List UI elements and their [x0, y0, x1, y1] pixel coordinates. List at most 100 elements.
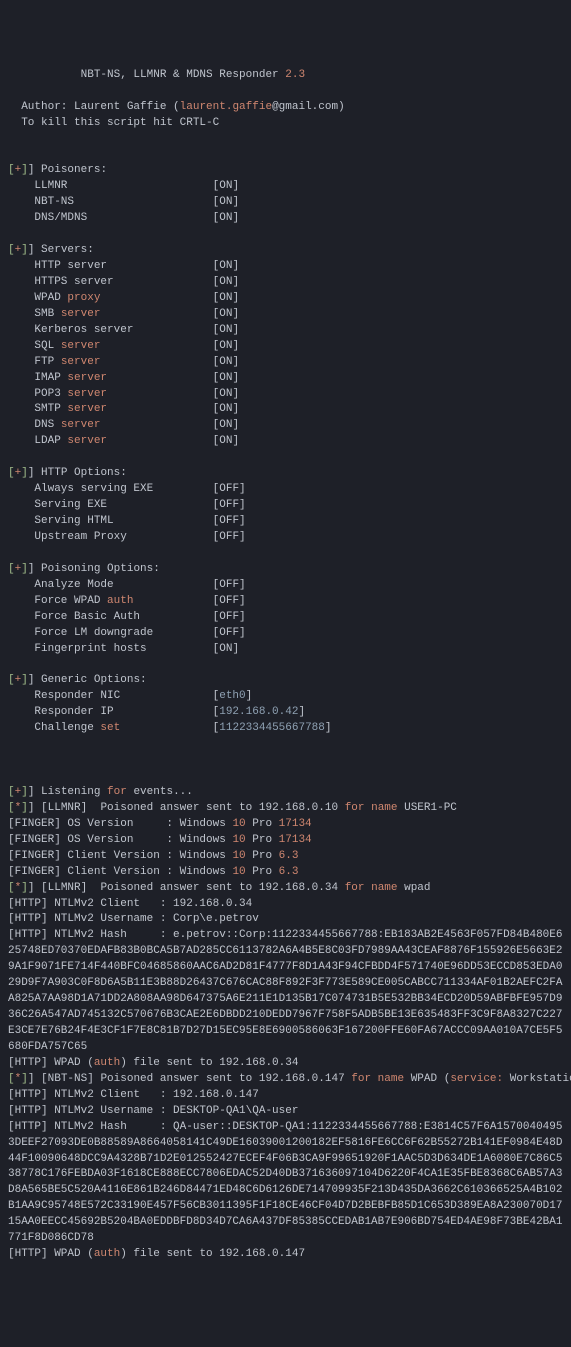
generic-options-header-label: ] Generic Options: — [28, 674, 147, 686]
poisoner-row: DNS/MDNS [ON] — [8, 211, 563, 227]
item-name: POP3 — [8, 388, 67, 400]
finger-line: [FINGER] Client Version : Windows 10 Pro… — [8, 865, 563, 881]
kill-line: To kill this script hit CRTL-C — [8, 116, 563, 132]
item-pad — [107, 260, 213, 272]
item-pad — [107, 499, 213, 511]
bracket-open: [ — [8, 1073, 15, 1085]
item-pad — [100, 340, 212, 352]
author-prefix: Author: Laurent Gaffie ( — [8, 101, 180, 113]
bracket-open: [ — [8, 244, 15, 256]
challenge-keyword: set — [100, 722, 120, 734]
item-keyword: auth — [107, 595, 133, 607]
item-pad — [107, 403, 213, 415]
finger-line: [FINGER] OS Version : Windows 10 Pro 171… — [8, 817, 563, 833]
bracket-open: [ — [8, 674, 15, 686]
item-name: NBT-NS — [8, 196, 74, 208]
log-text: [HTTP] NTLMv2 Client : 192.168.0.34 — [8, 898, 252, 910]
poisoned-answer-line: [*]] [LLMNR] Poisoned answer sent to 192… — [8, 881, 563, 897]
http-option-row: Always serving EXE [OFF] — [8, 482, 563, 498]
poisoners-header: [+]] Poisoners: — [8, 163, 563, 179]
bracket-close: ] — [21, 563, 28, 575]
ip-value: 192.168.0.42 — [219, 706, 298, 718]
blank-line — [8, 132, 563, 148]
http-options-header: [+]] HTTP Options: — [8, 466, 563, 482]
server-row: POP3 server [ON] — [8, 387, 563, 403]
item-keyword: server — [67, 388, 107, 400]
item-keyword: server — [67, 435, 107, 447]
item-pad — [100, 419, 212, 431]
item-keyword: server — [61, 340, 101, 352]
item-state: [ON] — [213, 196, 239, 208]
item-state: [ON] — [213, 260, 239, 272]
finger-num: 6.3 — [279, 866, 299, 878]
poisoner-row: NBT-NS [ON] — [8, 195, 563, 211]
item-state: [OFF] — [213, 627, 246, 639]
nic-value: eth0 — [219, 690, 245, 702]
log-line: [HTTP] NTLMv2 Hash : QA-user::DESKTOP-QA… — [8, 1120, 563, 1248]
log-text: ] [NBT-NS] Poisoned answer sent to 192.1… — [28, 1073, 351, 1085]
item-pad — [87, 212, 212, 224]
item-name: SMTP — [8, 403, 67, 415]
bracket-open: [ — [8, 164, 15, 176]
finger-line: [FINGER] Client Version : Windows 10 Pro… — [8, 849, 563, 865]
log-line: [HTTP] NTLMv2 Hash : e.petrov::Corp:1122… — [8, 928, 563, 1056]
item-name: DNS/MDNS — [8, 212, 87, 224]
log-line: [HTTP] NTLMv2 Client : 192.168.0.34 — [8, 897, 563, 913]
title-text: NBT-NS, LLMNR & MDNS Responder — [8, 69, 285, 81]
item-pad — [153, 483, 212, 495]
server-row: Kerberos server [ON] — [8, 323, 563, 339]
item-name: DNS — [8, 419, 61, 431]
item-keyword: server — [61, 308, 101, 320]
item-name: Kerberos server — [8, 324, 133, 336]
item-state: [ON] — [213, 403, 239, 415]
item-state: [ON] — [213, 180, 239, 192]
server-row: SMB server [ON] — [8, 307, 563, 323]
item-name: SQL — [8, 340, 61, 352]
item-pad — [100, 292, 212, 304]
item-pad — [114, 579, 213, 591]
http-option-row: Upstream Proxy [OFF] — [8, 530, 563, 546]
item-state: [ON] — [213, 276, 239, 288]
poisoning-options-header-label: ] Poisoning Options: — [28, 563, 160, 575]
bracket-close: ] — [21, 674, 28, 686]
http-option-row: Serving HTML [OFF] — [8, 514, 563, 530]
service-value: Workstation/Redirector) — [503, 1073, 571, 1085]
version-number: 2.3 — [285, 69, 305, 81]
http-options-header-label: ] HTTP Options: — [28, 467, 127, 479]
bracket-open: [ — [8, 882, 15, 894]
finger-num: 10 — [232, 818, 245, 830]
log-text: [HTTP] NTLMv2 Username : DESKTOP-QA1\QA-… — [8, 1105, 298, 1117]
blank-line — [8, 546, 563, 562]
wpad-sent-line: [HTTP] WPAD (auth) file sent to 192.168.… — [8, 1247, 563, 1263]
finger-mid: Pro — [246, 850, 279, 862]
author-line: Author: Laurent Gaffie (laurent.gaffie@g… — [8, 100, 563, 116]
item-name: Fingerprint hosts — [8, 643, 147, 655]
item-pad — [74, 196, 213, 208]
item-pad — [107, 372, 213, 384]
poisoning-option-row: Analyze Mode [OFF] — [8, 578, 563, 594]
challenge-pad: [ — [120, 722, 219, 734]
wpad-prefix: [HTTP] WPAD ( — [8, 1057, 94, 1069]
title-line: NBT-NS, LLMNR & MDNS Responder 2.3 — [8, 68, 563, 84]
challenge-label: Challenge — [8, 722, 100, 734]
listening-suffix: events... — [127, 786, 193, 798]
blank-line — [8, 450, 563, 466]
item-pad — [140, 611, 213, 623]
bracket-symbol: * — [15, 1073, 22, 1085]
item-state: [ON] — [213, 372, 239, 384]
poisoning-option-row: Force LM downgrade [OFF] — [8, 626, 563, 642]
auth-keyword: auth — [94, 1248, 120, 1260]
log-text: [HTTP] NTLMv2 Hash : QA-user::DESKTOP-QA… — [8, 1121, 563, 1245]
server-row: LDAP server [ON] — [8, 434, 563, 450]
item-pad — [147, 643, 213, 655]
item-pad — [107, 388, 213, 400]
listening-prefix: ] Listening — [28, 786, 107, 798]
log-line: [HTTP] NTLMv2 Username : DESKTOP-QA1\QA-… — [8, 1104, 563, 1120]
servers-header: [+]] Servers: — [8, 243, 563, 259]
servers-header-label: ] Servers: — [28, 244, 94, 256]
item-name: LDAP — [8, 435, 67, 447]
item-state: [ON] — [213, 340, 239, 352]
blank-line — [8, 737, 563, 753]
listening-line: [+]] Listening for events... — [8, 785, 563, 801]
finger-mid: Pro — [246, 818, 279, 830]
